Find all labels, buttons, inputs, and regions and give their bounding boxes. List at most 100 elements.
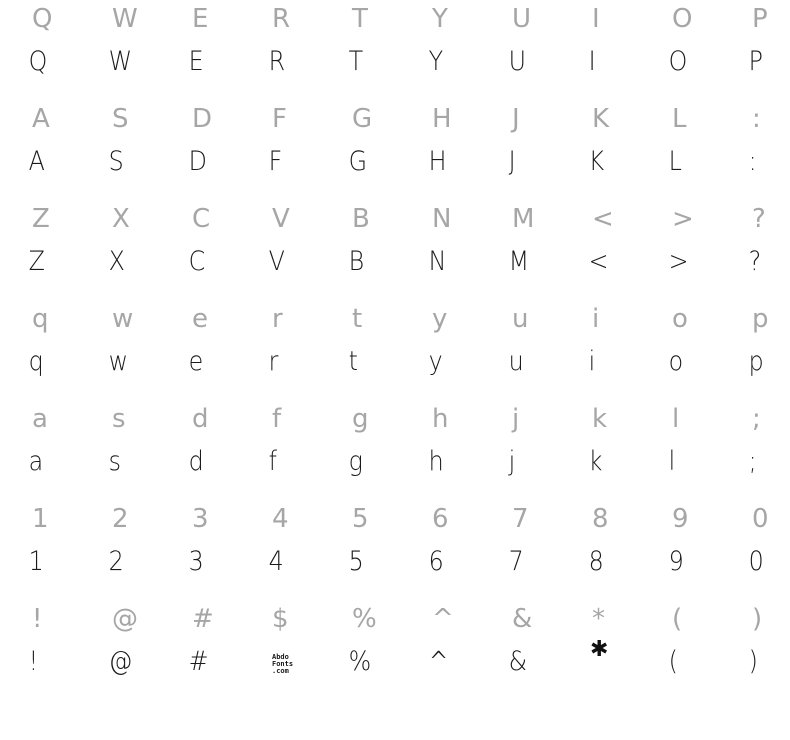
reference-glyph: A [32,104,50,134]
reference-glyph: W [112,4,138,34]
sample-glyph: l [668,446,676,477]
glyph-cell: WW [84,0,164,100]
sample-glyph: w [108,346,129,377]
sample-glyph: Y [428,46,444,77]
glyph-cell: GG [324,100,404,200]
reference-glyph: ! [32,604,43,634]
glyph-cell: LL [644,100,724,200]
sample-glyph: > [668,246,689,277]
glyph-cell: aa [4,400,84,500]
reference-glyph: 9 [672,504,689,534]
reference-glyph: J [512,104,520,134]
reference-glyph: * [592,604,605,634]
sample-glyph: s [108,446,122,477]
glyph-cell: 66 [404,500,484,600]
sample-glyph: ; [748,446,757,477]
reference-glyph: 8 [592,504,609,534]
glyph-cell: BB [324,200,404,300]
reference-glyph: K [592,104,610,134]
glyph-cell: QQ [4,0,84,100]
glyph-cell: 00 [724,500,790,600]
reference-glyph: k [592,404,608,434]
sample-glyph: T [348,46,364,77]
sample-glyph: ^ [428,646,449,677]
glyph-cell: RR [244,0,324,100]
glyph-cell: @ @ [84,600,164,700]
glyph-row: 11223344556677889900 [0,500,790,600]
sample-glyph: 6 [428,546,444,577]
sample-glyph: e [188,346,204,377]
glyph-row: AASSDDFFGGHHJJKKLL:: [0,100,790,200]
reference-glyph: ^ [432,604,454,634]
glyph-cell: ii [564,300,644,400]
sample-glyph: Z [28,246,45,277]
sample-glyph: < [588,246,609,277]
glyph-cell: ll [644,400,724,500]
reference-glyph: P [752,4,768,34]
reference-glyph: u [512,304,529,334]
sample-glyph: t [348,346,358,377]
glyph-cell: ww [84,300,164,400]
sample-glyph: # [188,646,209,677]
reference-glyph: B [352,204,370,234]
sample-glyph: k [588,446,603,477]
reference-glyph: Y [432,4,448,34]
sample-glyph: a [28,446,44,477]
glyph-cell: JJ [484,100,564,200]
reference-glyph: f [272,404,282,434]
glyph-cell: FF [244,100,324,200]
glyph-cell: NN [404,200,484,300]
reference-glyph: h [432,404,449,434]
reference-glyph: 6 [432,504,449,534]
sample-glyph: A [28,146,45,177]
sample-glyph: O [668,46,688,77]
sample-glyph: r [268,346,279,377]
glyph-cell: 33 [164,500,244,600]
reference-glyph: 1 [32,504,49,534]
sample-glyph: P [748,46,763,77]
glyph-cell: OO [644,0,724,100]
glyph-cell: 44 [244,500,324,600]
glyph-row: a a s s d d f f g g h h j j k k l l;; [0,400,790,500]
reference-glyph: > [672,204,694,234]
glyph-cell: gg [324,400,404,500]
glyph-cell: 88 [564,500,644,600]
sample-glyph: S [108,146,124,177]
reference-glyph: X [112,204,130,234]
sample-glyph: @ [108,646,133,677]
glyph-cell: $ [244,600,324,700]
sample-glyph: B [348,246,365,277]
glyph-cell: ;; [724,400,790,500]
sample-glyph: 5 [348,546,364,577]
glyph-cell: rr [244,300,324,400]
glyph-row: QQWWEERRTTYYUUIIOOPP [0,0,790,100]
reference-glyph: H [432,104,452,134]
sample-glyph: 2 [108,546,124,577]
reference-glyph: T [352,4,368,34]
sample-glyph: ! [28,646,39,677]
glyph-cell: 99 [644,500,724,600]
glyph-cell: jj [484,400,564,500]
sample-glyph: E [188,46,204,77]
sample-glyph: 4 [268,546,284,577]
reference-glyph: S [112,104,129,134]
sample-glyph: 9 [668,546,684,577]
glyph-cell: 77 [484,500,564,600]
glyph-cell: MM [484,200,564,300]
glyph-cell: ff [244,400,324,500]
reference-glyph: # [192,604,214,634]
glyph-cell: 22 [84,500,164,600]
reference-glyph: 4 [272,504,289,534]
reference-glyph: t [352,304,363,334]
reference-glyph: @ [112,604,138,634]
glyph-cell: (( [644,600,724,700]
reference-glyph: o [672,304,688,334]
glyph-cell: PP [724,0,790,100]
sample-glyph: j [508,446,516,477]
sample-glyph: ) [748,646,758,677]
reference-glyph: q [32,304,49,334]
glyph-cell: II [564,0,644,100]
sample-glyph: i [588,346,596,377]
abdo-fonts-logo: Abdo Fonts .com [272,654,296,675]
sample-glyph: q [28,346,44,377]
